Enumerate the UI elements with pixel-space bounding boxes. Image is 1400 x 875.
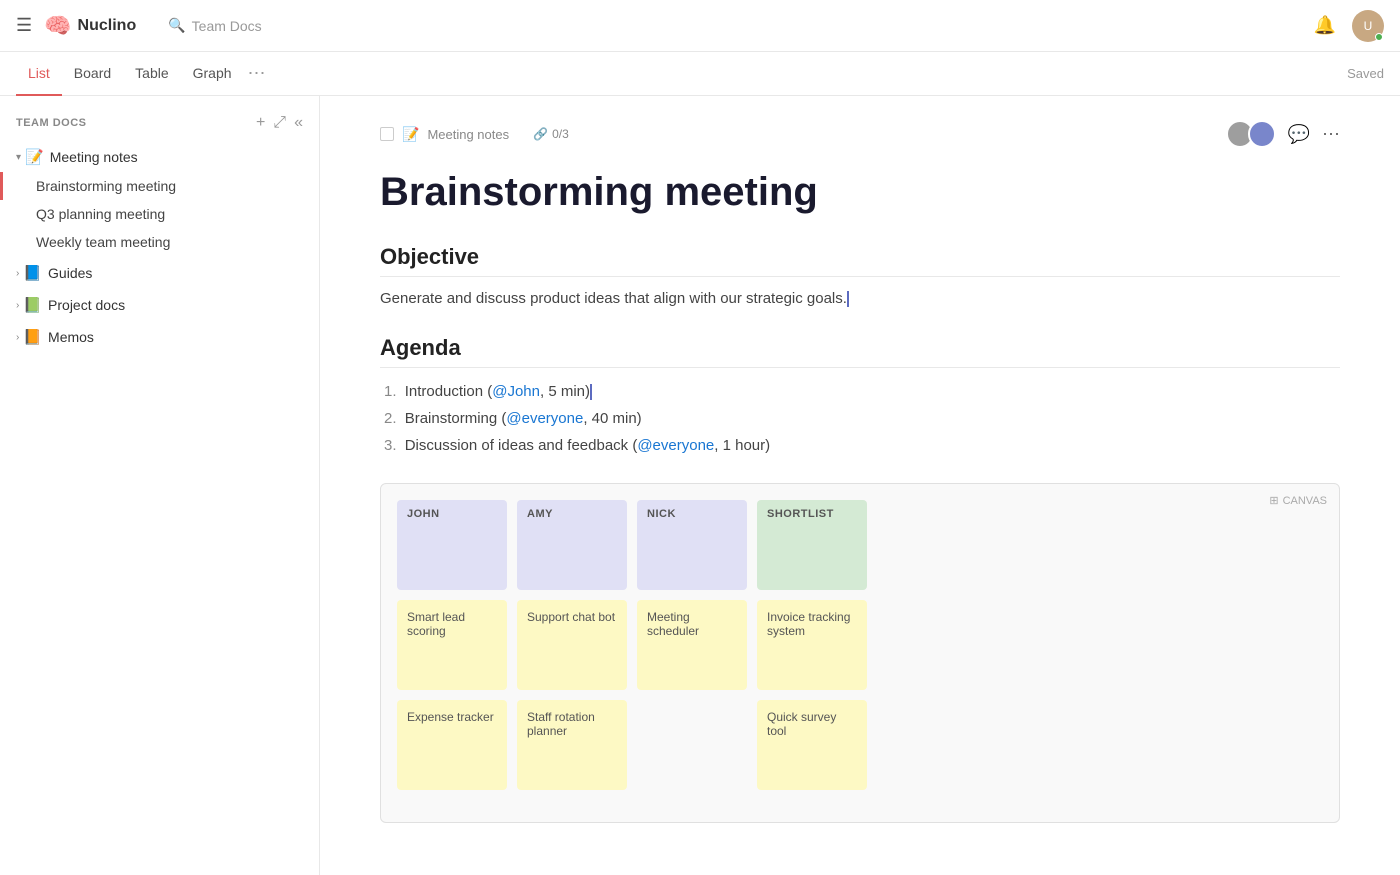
canvas-label: ⊞ CANVAS bbox=[1269, 494, 1327, 507]
content-top-actions: 💬 ⋯ bbox=[1226, 120, 1340, 148]
sidebar-group-memos: › 📙 Memos ☐ bbox=[0, 322, 319, 352]
project-docs-label: Project docs bbox=[48, 297, 292, 313]
chevron-right-icon-3: › bbox=[16, 332, 19, 343]
topbar-left: ☰ 🧠 Nuclino 🔍 Team Docs bbox=[16, 13, 262, 39]
progress-text: 0/3 bbox=[552, 127, 569, 141]
objective-heading: Objective bbox=[380, 244, 1340, 277]
tab-board[interactable]: Board bbox=[62, 52, 123, 96]
sidebar: TEAM DOCS + ⤢ « ▾ 📝 Meeting notes ☐ Brai… bbox=[0, 96, 320, 875]
canvas-grid: JOHN AMY NICK SHORTLIST Smart lead scori… bbox=[397, 500, 1323, 790]
add-item-icon[interactable]: + bbox=[256, 114, 265, 132]
hamburger-icon[interactable]: ☰ bbox=[16, 15, 32, 36]
canvas-col-shortlist: SHORTLIST bbox=[757, 500, 867, 590]
sidebar-group-project-docs: › 📗 Project docs ☐ bbox=[0, 290, 319, 320]
sidebar-group-memos-header[interactable]: › 📙 Memos ☐ bbox=[0, 322, 319, 352]
agenda-heading: Agenda bbox=[380, 335, 1340, 368]
saved-label: Saved bbox=[1347, 66, 1384, 81]
progress-badge: 🔗 0/3 bbox=[533, 127, 569, 141]
q3planning-label: Q3 planning meeting bbox=[36, 206, 303, 222]
sidebar-group-guides-header[interactable]: › 📘 Guides ☐ bbox=[0, 258, 319, 288]
project-docs-icon: 📗 bbox=[23, 296, 42, 314]
breadcrumb: 📝 Meeting notes bbox=[380, 126, 509, 143]
avatar-group bbox=[1226, 120, 1276, 148]
search-icon: 🔍 bbox=[168, 17, 185, 34]
agenda-list: 1. Introduction (@John, 5 min) 2. Brains… bbox=[380, 378, 1340, 459]
text-cursor bbox=[847, 291, 849, 307]
chevron-right-icon-2: › bbox=[16, 300, 19, 311]
chevron-down-icon: ▾ bbox=[16, 152, 21, 163]
chevron-right-icon: › bbox=[16, 268, 19, 279]
tab-more-icon[interactable]: ⋯ bbox=[248, 63, 266, 84]
brainstorming-label: Brainstorming meeting bbox=[36, 178, 303, 194]
breadcrumb-text: Meeting notes bbox=[427, 127, 509, 142]
memos-label: Memos bbox=[48, 329, 292, 345]
sidebar-item-weekly[interactable]: Weekly team meeting bbox=[0, 228, 319, 256]
weekly-label: Weekly team meeting bbox=[36, 234, 303, 250]
topbar-right: 🔔 U bbox=[1314, 10, 1384, 42]
logo-text: Nuclino bbox=[78, 17, 137, 35]
search-label: Team Docs bbox=[192, 18, 262, 34]
sidebar-group-project-docs-header[interactable]: › 📗 Project docs ☐ bbox=[0, 290, 319, 320]
meeting-notes-icon: 📝 bbox=[25, 148, 44, 166]
more-options-icon[interactable]: ⋯ bbox=[1322, 124, 1340, 145]
sidebar-group-guides: › 📘 Guides ☐ bbox=[0, 258, 319, 288]
agenda-item-3: 3. Discussion of ideas and feedback (@ev… bbox=[380, 432, 1340, 459]
sidebar-group-meeting-notes-header[interactable]: ▾ 📝 Meeting notes ☐ bbox=[0, 142, 319, 172]
canvas-card-invoice-tracking[interactable]: Invoice tracking system bbox=[757, 600, 867, 690]
tabbar: List Board Table Graph ⋯ Saved bbox=[0, 52, 1400, 96]
guides-label: Guides bbox=[48, 265, 292, 281]
chat-icon[interactable]: 💬 bbox=[1288, 124, 1310, 145]
canvas-col-john: JOHN bbox=[397, 500, 507, 590]
sidebar-item-brainstorming[interactable]: Brainstorming meeting bbox=[0, 172, 319, 200]
avatar[interactable]: U bbox=[1352, 10, 1384, 42]
guides-icon: 📘 bbox=[23, 264, 42, 282]
expand-icon[interactable]: ⤢ bbox=[273, 114, 286, 132]
canvas-card-smart-lead[interactable]: Smart lead scoring bbox=[397, 600, 507, 690]
canvas-container: ⊞ CANVAS JOHN AMY NICK SHORTLIST Smart l… bbox=[380, 483, 1340, 823]
logo-brain-icon: 🧠 bbox=[44, 13, 71, 39]
canvas-card-meeting-scheduler[interactable]: Meeting scheduler bbox=[637, 600, 747, 690]
meeting-notes-label: Meeting notes bbox=[50, 149, 293, 165]
canvas-card-staff-rotation[interactable]: Staff rotation planner bbox=[517, 700, 627, 790]
agenda-cursor-1 bbox=[590, 384, 592, 400]
main: TEAM DOCS + ⤢ « ▾ 📝 Meeting notes ☐ Brai… bbox=[0, 96, 1400, 875]
canvas-card-empty bbox=[637, 700, 747, 790]
sidebar-header: TEAM DOCS + ⤢ « bbox=[0, 108, 319, 142]
sidebar-title: TEAM DOCS bbox=[16, 117, 256, 129]
avatar-user-b[interactable] bbox=[1248, 120, 1276, 148]
topbar: ☰ 🧠 Nuclino 🔍 Team Docs 🔔 U bbox=[0, 0, 1400, 52]
canvas-col-amy: AMY bbox=[517, 500, 627, 590]
bell-icon[interactable]: 🔔 bbox=[1314, 15, 1336, 36]
tab-table[interactable]: Table bbox=[123, 52, 180, 96]
canvas-icon: ⊞ bbox=[1269, 494, 1278, 507]
progress-icon: 🔗 bbox=[533, 127, 548, 141]
avatar-online-dot bbox=[1375, 33, 1383, 41]
agenda-item-2: 2. Brainstorming (@everyone, 40 min) bbox=[380, 405, 1340, 432]
canvas-col-nick: NICK bbox=[637, 500, 747, 590]
canvas-card-expense-tracker[interactable]: Expense tracker bbox=[397, 700, 507, 790]
content-area: 📝 Meeting notes 🔗 0/3 💬 ⋯ Brainstorming … bbox=[320, 96, 1400, 875]
breadcrumb-checkbox[interactable] bbox=[380, 127, 394, 141]
content-header: 📝 Meeting notes 🔗 0/3 💬 ⋯ bbox=[380, 120, 1340, 148]
tab-list[interactable]: List bbox=[16, 52, 62, 96]
memos-icon: 📙 bbox=[23, 328, 42, 346]
tab-graph[interactable]: Graph bbox=[181, 52, 244, 96]
canvas-card-quick-survey[interactable]: Quick survey tool bbox=[757, 700, 867, 790]
sidebar-item-q3planning[interactable]: Q3 planning meeting bbox=[0, 200, 319, 228]
objective-body[interactable]: Generate and discuss product ideas that … bbox=[380, 287, 1340, 311]
sidebar-actions: + ⤢ « bbox=[256, 114, 303, 132]
doc-title: Brainstorming meeting bbox=[380, 168, 1340, 216]
avatar-initials: U bbox=[1364, 19, 1373, 33]
search-area[interactable]: 🔍 Team Docs bbox=[168, 17, 261, 34]
logo[interactable]: 🧠 Nuclino bbox=[44, 13, 136, 39]
canvas-card-support-chat[interactable]: Support chat bot bbox=[517, 600, 627, 690]
agenda-item-1: 1. Introduction (@John, 5 min) bbox=[380, 378, 1340, 405]
collapse-icon[interactable]: « bbox=[294, 114, 303, 132]
sidebar-group-meeting-notes: ▾ 📝 Meeting notes ☐ Brainstorming meetin… bbox=[0, 142, 319, 256]
breadcrumb-icon: 📝 bbox=[402, 126, 419, 143]
